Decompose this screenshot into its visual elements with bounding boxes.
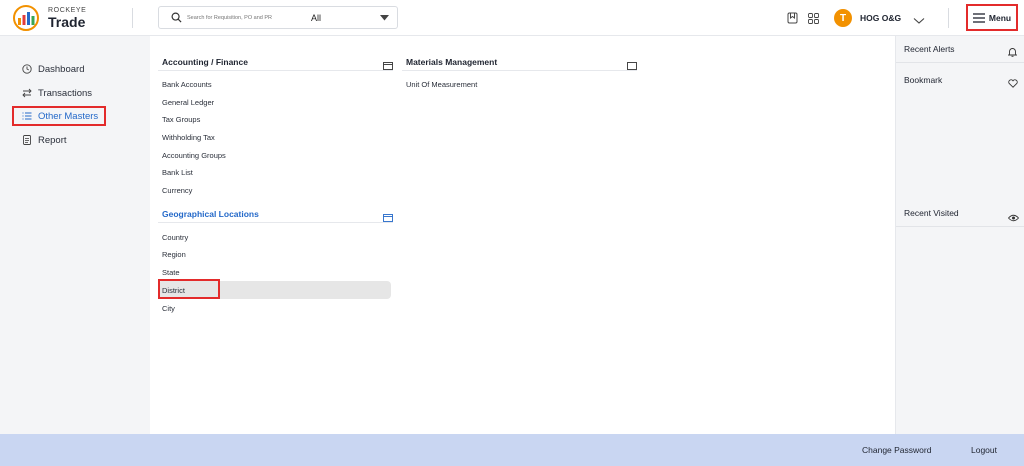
- sidebar-item-label: Other Masters: [38, 110, 99, 122]
- org-name[interactable]: HOG O&G: [860, 13, 901, 23]
- logo[interactable]: ROCKEYE Trade: [12, 5, 86, 31]
- footer-bar: Change Password Logout: [0, 434, 1024, 466]
- clock-icon: [22, 64, 32, 74]
- left-sidebar: Dashboard Transactions Other Masters Rep…: [0, 36, 150, 434]
- menu-link-country[interactable]: Country: [162, 233, 188, 242]
- user-avatar[interactable]: T: [834, 9, 852, 27]
- section-title-materials: Materials Management: [406, 57, 498, 67]
- top-header: ROCKEYE Trade All T HOG O&G Menu: [0, 0, 1024, 36]
- right-panel: Recent Alerts Bookmark Recent Visited: [895, 36, 1024, 434]
- menu-link-unit-of-measurement[interactable]: Unit Of Measurement: [406, 80, 477, 89]
- bell-icon[interactable]: [1007, 44, 1018, 62]
- bookmark-tag-icon[interactable]: [383, 57, 393, 75]
- section-title-accounting: Accounting / Finance: [162, 57, 248, 67]
- panel-divider: [896, 226, 1024, 227]
- sidebar-item-dashboard[interactable]: Dashboard: [14, 59, 90, 79]
- menu-link-district[interactable]: District: [162, 286, 185, 295]
- panel-divider: [896, 62, 1024, 63]
- menu-link-currency[interactable]: Currency: [162, 186, 192, 195]
- bookmark-tag-icon[interactable]: [627, 57, 637, 75]
- hamburger-icon: [972, 12, 985, 23]
- section-divider: [158, 70, 393, 71]
- bookmark-tag-icon[interactable]: [383, 209, 393, 227]
- menu-label: Menu: [988, 12, 1012, 23]
- menu-button[interactable]: Menu: [966, 4, 1018, 31]
- search-icon[interactable]: [165, 12, 187, 23]
- arrows-icon: [22, 88, 32, 98]
- sidebar-item-transactions[interactable]: Transactions: [14, 83, 98, 103]
- menu-link-tax-groups[interactable]: Tax Groups: [162, 115, 200, 124]
- chevron-down-icon[interactable]: [913, 12, 925, 30]
- menu-panel: Accounting / Finance Bank Accounts Gener…: [150, 36, 895, 434]
- sidebar-item-label: Transactions: [38, 87, 93, 99]
- menu-link-state[interactable]: State: [162, 268, 180, 277]
- menu-link-city[interactable]: City: [162, 304, 175, 313]
- menu-link-withholding-tax[interactable]: Withholding Tax: [162, 133, 215, 142]
- recent-alerts-title: Recent Alerts: [904, 44, 955, 54]
- search-input[interactable]: [187, 14, 307, 21]
- document-icon: [23, 135, 31, 145]
- menu-link-accounting-groups[interactable]: Accounting Groups: [162, 151, 226, 160]
- sidebar-item-label: Dashboard: [38, 63, 85, 75]
- search-scope-value: All: [311, 12, 322, 23]
- menu-link-general-ledger[interactable]: General Ledger: [162, 98, 214, 107]
- change-password-link[interactable]: Change Password: [862, 445, 931, 455]
- logout-link[interactable]: Logout: [971, 445, 997, 455]
- logo-icon: [13, 5, 39, 31]
- logo-small-text: ROCKEYE: [48, 7, 87, 14]
- header-divider-right: [948, 8, 949, 28]
- search-scope-select[interactable]: All: [309, 7, 397, 28]
- section-divider: [402, 70, 637, 71]
- search-bar: All: [158, 6, 398, 29]
- header-divider: [132, 8, 133, 28]
- sidebar-item-other-masters[interactable]: Other Masters: [12, 106, 107, 126]
- section-title-geographical: Geographical Locations: [162, 209, 259, 219]
- menu-link-region[interactable]: Region: [162, 250, 186, 259]
- bookmark-icon[interactable]: [785, 11, 799, 25]
- section-divider: [158, 222, 393, 223]
- heart-icon[interactable]: [1008, 75, 1018, 93]
- eye-icon[interactable]: [1007, 209, 1020, 227]
- dropdown-caret-icon: [380, 14, 389, 20]
- menu-link-bank-list[interactable]: Bank List: [162, 168, 193, 177]
- menu-link-bank-accounts[interactable]: Bank Accounts: [162, 80, 212, 89]
- recent-visited-title: Recent Visited: [904, 208, 959, 218]
- logo-brand-text: Trade: [48, 14, 86, 30]
- bookmark-title: Bookmark: [904, 75, 943, 85]
- list-icon: [22, 112, 32, 120]
- sidebar-item-label: Report: [38, 134, 67, 146]
- apps-grid-icon[interactable]: [806, 11, 820, 25]
- sidebar-item-report[interactable]: Report: [14, 130, 73, 150]
